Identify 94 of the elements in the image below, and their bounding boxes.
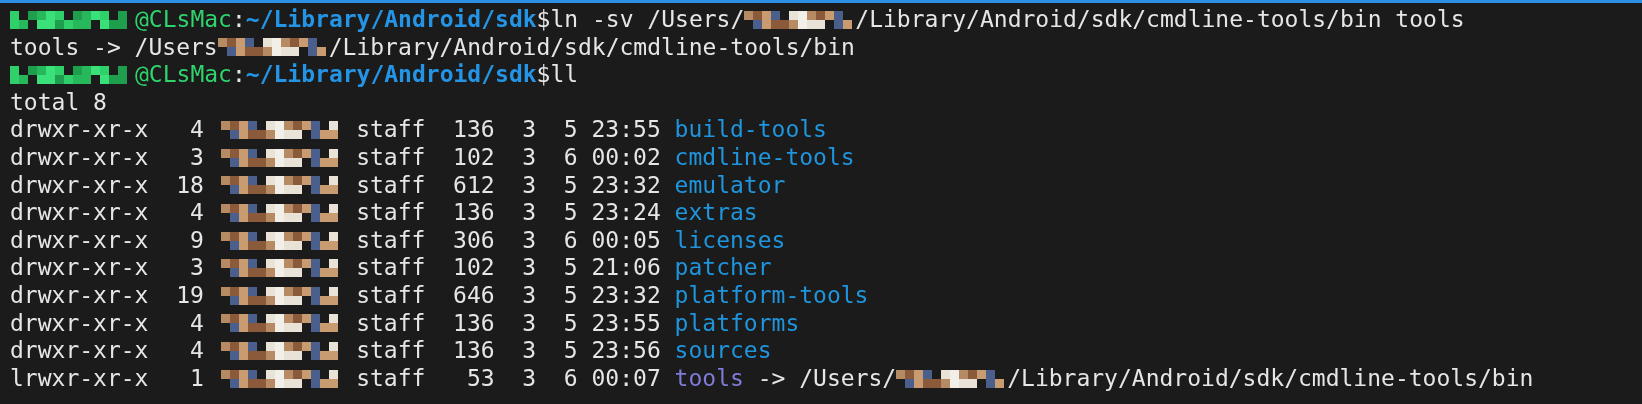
time-text: 23:24 [591, 199, 661, 227]
group-text: staff [356, 337, 426, 365]
day-text: 6 [563, 226, 578, 255]
time-text: 23:32 [591, 171, 661, 200]
terminal-text: $ln -sv /Users/ [536, 6, 745, 34]
permissions-text: drwxr-xr-x [10, 281, 149, 310]
group-text: staff [356, 226, 426, 255]
link-arrow-text: -> /Users/ [756, 364, 897, 393]
terminal-text: total 8 [10, 88, 107, 117]
working-directory: ~/Library/Android/sdk [245, 6, 537, 34]
directory-name: platforms [674, 309, 800, 338]
directory-name: licenses [674, 226, 786, 255]
month-text: 3 [522, 337, 537, 365]
month-text: 3 [522, 116, 537, 144]
symlink-name: tools [674, 364, 744, 393]
day-text: 5 [563, 281, 578, 310]
terminal-text: tools -> /Users [10, 33, 218, 62]
terminal-text: /Library/Android/sdk/cmdline-tools/bin [328, 33, 855, 62]
directory-name: sources [674, 337, 772, 365]
month-text: 3 [522, 226, 537, 255]
month-text: 3 [522, 199, 537, 227]
size-text: 53 [466, 364, 495, 393]
link-count: 1 [190, 364, 204, 393]
group-text: staff [356, 309, 426, 338]
month-text: 3 [522, 309, 537, 338]
time-text: 21:06 [591, 254, 661, 282]
group-text: staff [356, 364, 426, 393]
directory-name: patcher [674, 254, 772, 282]
size-text: 136 [453, 309, 495, 338]
month-text: 3 [522, 254, 537, 282]
time-text: 23:55 [591, 309, 661, 338]
time-text: 23:56 [591, 337, 661, 365]
link-target-text: /Library/Android/sdk/cmdline-tools/bin [1007, 364, 1534, 393]
link-count: 19 [176, 281, 204, 310]
group-text: staff [356, 281, 426, 310]
directory-name: build-tools [674, 116, 827, 144]
permissions-text: drwxr-xr-x [10, 226, 149, 255]
host-name: @CLsMac [135, 61, 232, 89]
day-text: 5 [563, 309, 578, 338]
permissions-text: drwxr-xr-x [10, 116, 149, 144]
time-text: 00:02 [591, 143, 661, 172]
size-text: 306 [453, 226, 495, 255]
month-text: 3 [522, 281, 537, 310]
terminal-text: $ll [536, 61, 579, 89]
time-text: 00:05 [591, 226, 661, 255]
link-count: 4 [190, 116, 204, 144]
day-text: 6 [563, 364, 578, 393]
working-directory: ~/Library/Android/sdk [245, 61, 537, 89]
link-count: 4 [190, 199, 204, 227]
link-count: 9 [190, 226, 204, 255]
size-text: 102 [453, 254, 495, 282]
day-text: 5 [563, 337, 578, 365]
link-count: 4 [190, 309, 204, 338]
size-text: 136 [453, 337, 495, 365]
permissions-text: drwxr-xr-x [10, 337, 149, 365]
permissions-text: drwxr-xr-x [10, 199, 149, 227]
size-text: 612 [453, 171, 495, 200]
time-text: 23:55 [591, 116, 661, 144]
permissions-text: drwxr-xr-x [10, 171, 149, 200]
time-text: 00:07 [591, 364, 661, 393]
terminal-text: : [231, 6, 246, 34]
group-text: staff [356, 199, 426, 227]
day-text: 5 [563, 199, 578, 227]
directory-name: cmdline-tools [674, 143, 855, 172]
day-text: 5 [563, 116, 578, 144]
directory-name: emulator [674, 171, 786, 200]
size-text: 102 [453, 143, 495, 172]
link-count: 3 [190, 143, 204, 172]
permissions-text: drwxr-xr-x [10, 309, 149, 338]
permissions-text: lrwxr-xr-x [10, 364, 149, 393]
link-count: 4 [190, 337, 204, 365]
group-text: staff [356, 171, 426, 200]
month-text: 3 [522, 171, 537, 200]
directory-name: platform-tools [674, 281, 869, 310]
group-text: staff [356, 143, 426, 172]
link-count: 18 [176, 171, 204, 200]
day-text: 6 [563, 143, 578, 172]
size-text: 136 [453, 199, 495, 227]
permissions-text: drwxr-xr-x [10, 254, 149, 282]
permissions-text: drwxr-xr-x [10, 143, 149, 172]
day-text: 5 [563, 254, 578, 282]
size-text: 136 [453, 116, 495, 144]
month-text: 3 [522, 143, 537, 172]
link-count: 3 [190, 254, 204, 282]
size-text: 646 [453, 281, 495, 310]
day-text: 5 [563, 171, 578, 200]
time-text: 23:32 [591, 281, 661, 310]
host-name: @CLsMac [135, 6, 232, 34]
terminal-text: /Library/Android/sdk/cmdline-tools/bin tools [855, 6, 1465, 34]
directory-name: extras [674, 199, 758, 227]
terminal-text: : [231, 61, 246, 89]
group-text: staff [356, 116, 426, 144]
group-text: staff [356, 254, 426, 282]
month-text: 3 [522, 364, 537, 393]
